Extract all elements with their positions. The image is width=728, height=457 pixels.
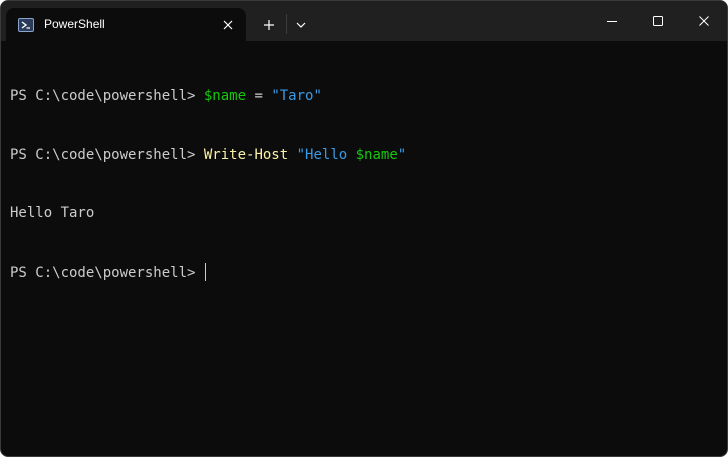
titlebar-divider [286, 14, 287, 34]
chevron-down-icon [296, 22, 306, 28]
tab-title: PowerShell [44, 17, 105, 31]
prompt: PS C:\code\powershell> [10, 88, 204, 104]
powershell-icon [18, 18, 34, 32]
close-window-button[interactable] [681, 1, 727, 41]
terminal-line: PS C:\code\powershell> Write-Host "Hello… [10, 146, 710, 166]
plus-icon [264, 20, 274, 30]
string-token: "Taro" [271, 88, 322, 104]
tab-powershell[interactable]: PowerShell [6, 8, 246, 41]
prompt: PS C:\code\powershell> [10, 146, 204, 163]
close-tab-icon[interactable] [220, 17, 236, 33]
terminal-output[interactable]: PS C:\code\powershell> $name = "Taro" PS… [10, 48, 710, 443]
prompt: PS C:\code\powershell> [10, 264, 204, 281]
title-bar[interactable]: PowerShell [1, 1, 727, 41]
new-tab-button[interactable] [257, 13, 281, 37]
variable-token: $name [203, 88, 247, 104]
string-token: " [397, 146, 407, 163]
terminal-window: PowerShell PS C:\code\powershell> $name … [0, 0, 728, 457]
new-tab-dropdown-button[interactable] [290, 13, 312, 37]
maximize-icon [653, 16, 663, 26]
operator-token: = [246, 88, 272, 104]
minimize-button[interactable] [589, 1, 635, 41]
terminal-line: PS C:\code\powershell> $name = "Taro" [10, 87, 710, 107]
terminal-line: PS C:\code\powershell> [10, 262, 710, 283]
terminal-line: Hello Taro [10, 204, 710, 224]
close-icon [699, 16, 709, 26]
string-token: "Hello [296, 146, 356, 163]
variable-token: $name [355, 146, 398, 163]
minimize-icon [607, 21, 617, 22]
command-output: Hello Taro [10, 205, 95, 221]
command-token: Write-Host [203, 146, 289, 163]
text-cursor [204, 262, 206, 281]
maximize-button[interactable] [635, 1, 681, 41]
